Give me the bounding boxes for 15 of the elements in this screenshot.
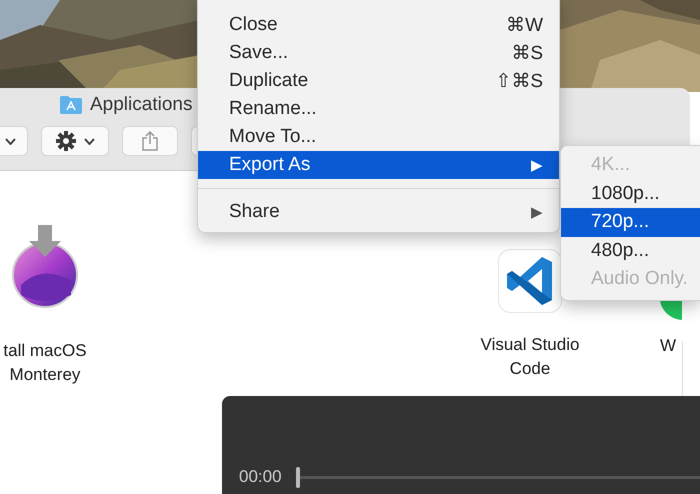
submenu-item[interactable]: 720p... [561,208,700,236]
window-title: Applications [90,94,192,116]
current-time: 00:00 [239,466,282,488]
submenu-item[interactable]: 480p... [561,236,700,265]
menu-item[interactable]: Export As ▶ [198,151,559,179]
menu-item[interactable]: Close ⌘W [198,11,559,39]
submenu-item[interactable]: 1080p... [561,180,700,208]
app-name: W [660,335,676,357]
menu-item[interactable]: Move To... [198,123,559,151]
app-name: Visual Studio Code [480,334,580,380]
menu-item[interactable]: Rename... [198,95,559,123]
app-name: tall macOS Monterey [3,340,87,386]
menu-item[interactable]: Save... ⌘S [198,39,559,67]
menu-item[interactable]: Share ▶ [198,198,559,226]
menu-item[interactable]: Duplicate ⇧⌘S [198,67,559,95]
